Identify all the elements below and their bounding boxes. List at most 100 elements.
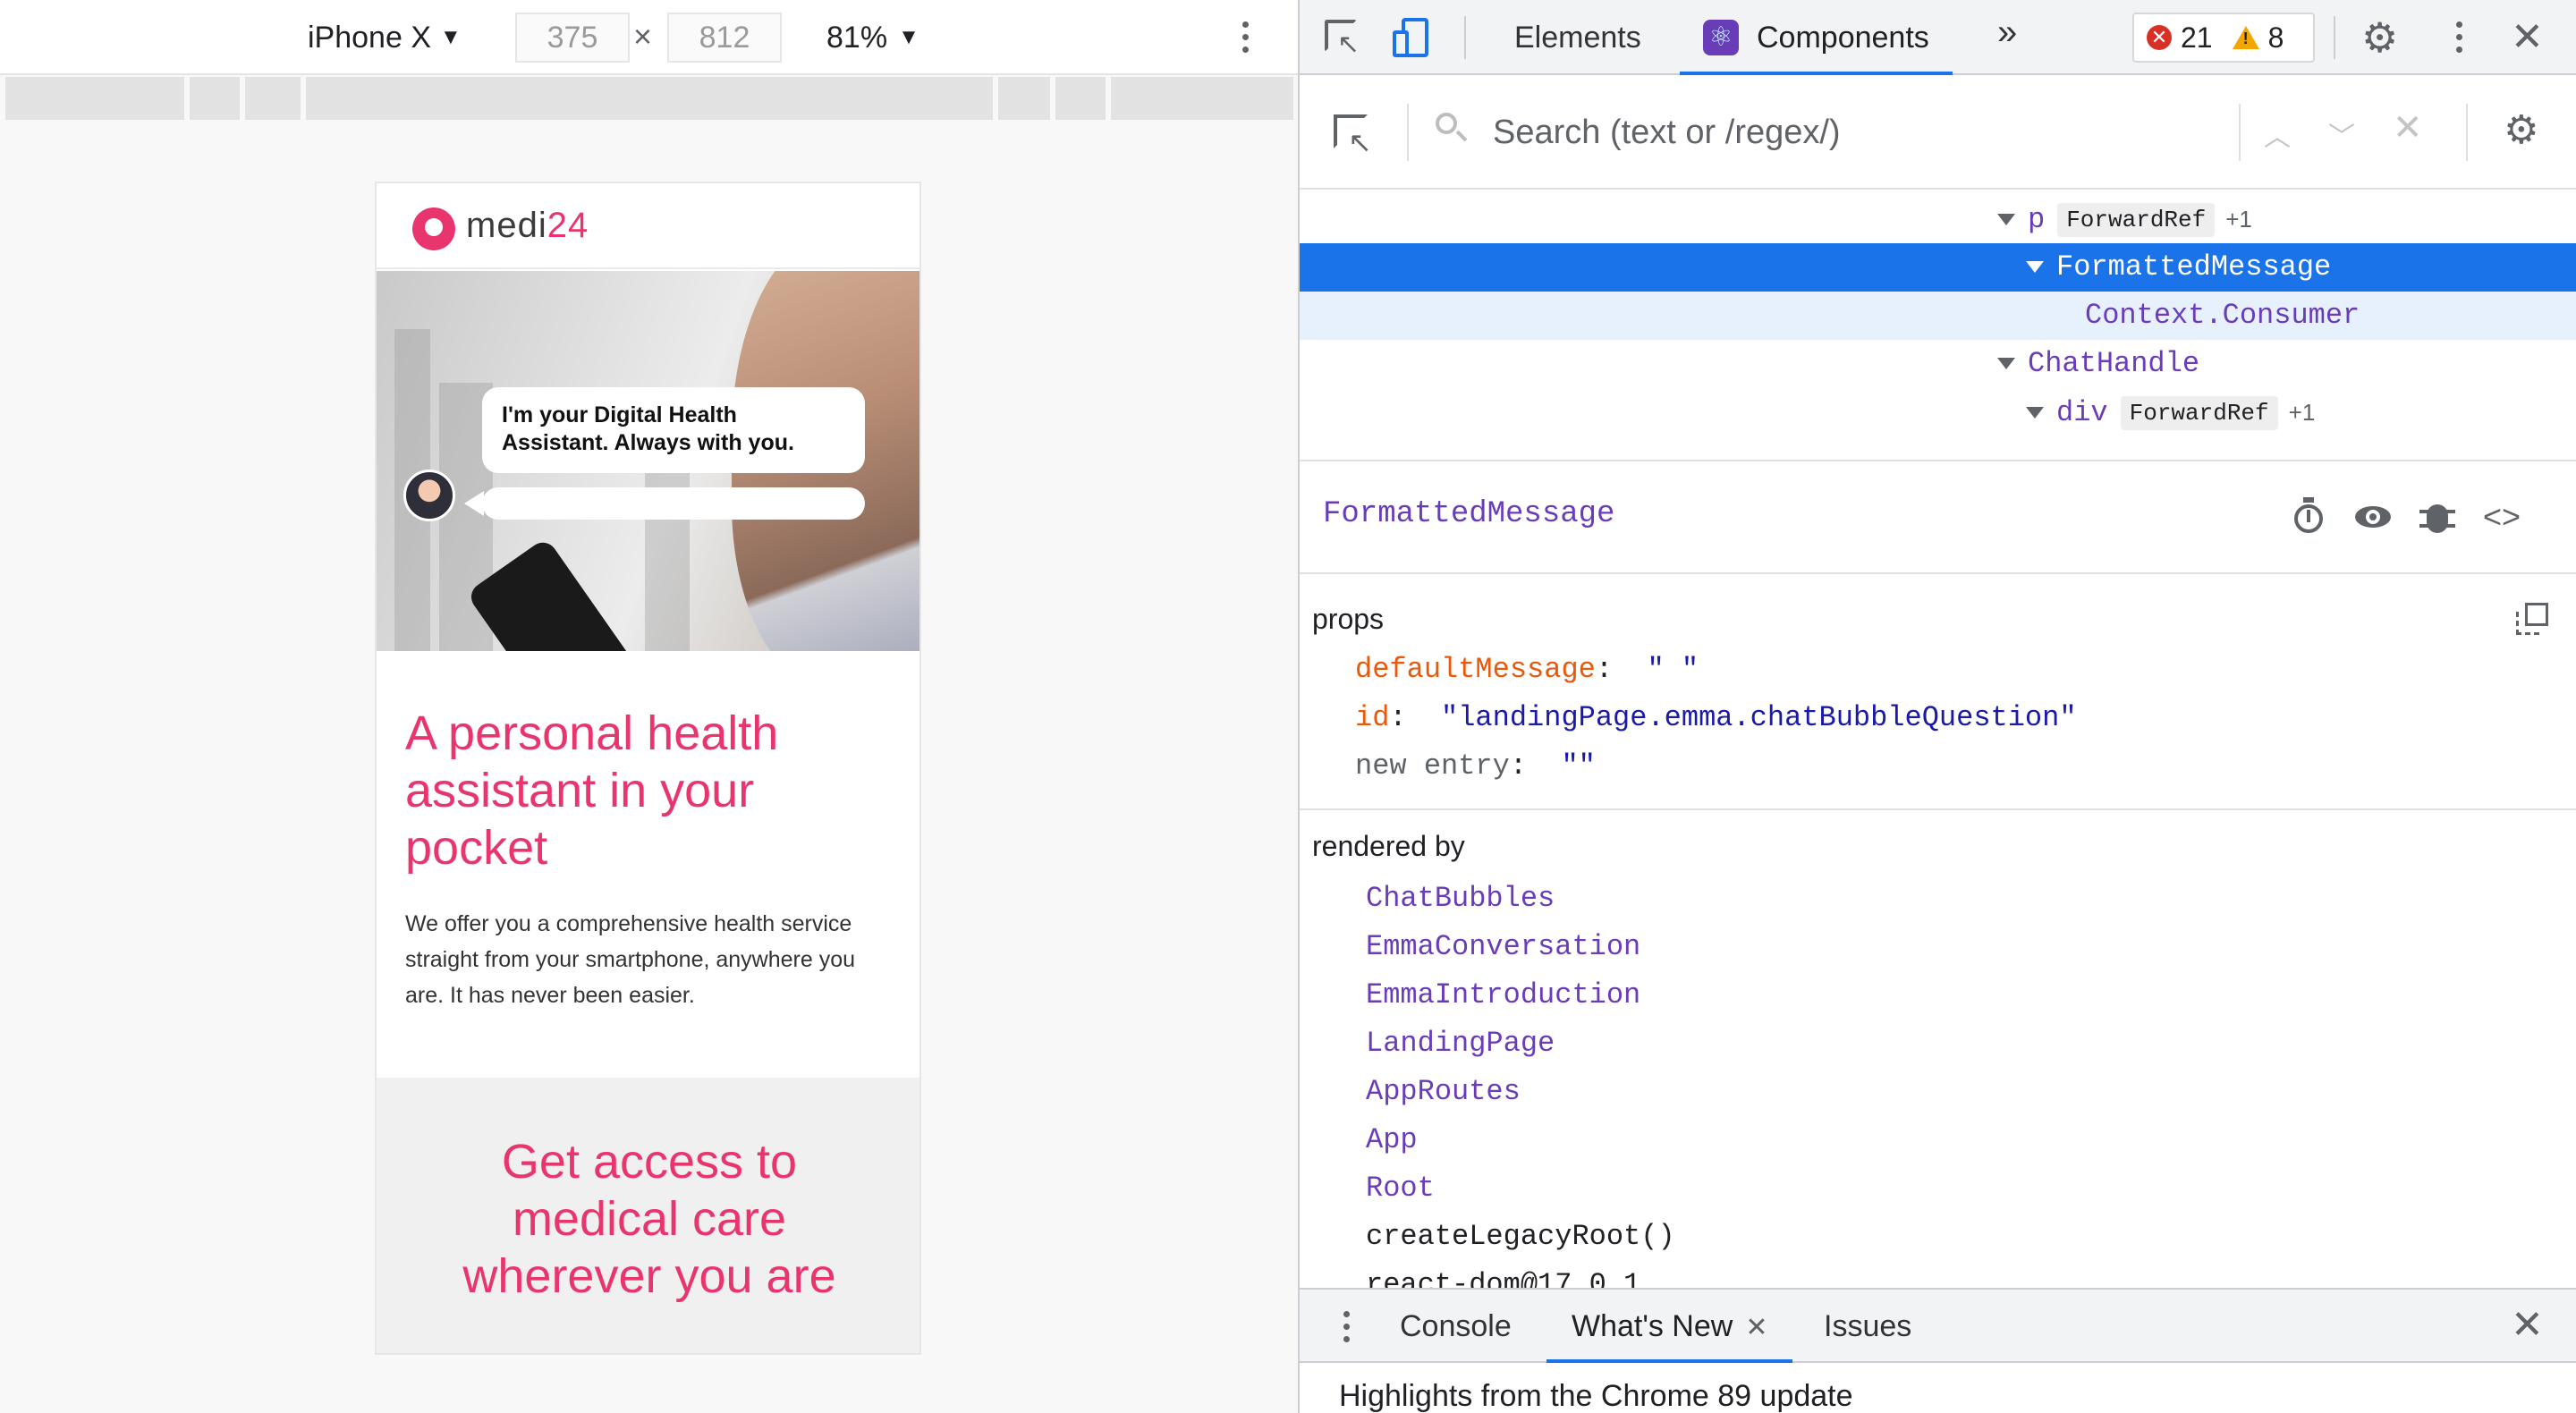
drawer-tab-whats-new[interactable]: What's New ✕ (1546, 1290, 1793, 1363)
gear-icon[interactable]: ⚙ (2504, 107, 2538, 153)
bug-icon[interactable] (2418, 497, 2457, 537)
prop-row[interactable]: defaultMessage: " " (1355, 653, 1699, 686)
rendered-by-item[interactable]: LandingPage (1366, 1027, 1555, 1060)
chat-bubble-empty (482, 487, 865, 520)
warning-icon: ! (2232, 26, 2259, 49)
tab-components-label: Components (1757, 21, 1929, 55)
prop-value[interactable]: "" (1561, 749, 1595, 783)
component-tree: p ForwardRef +1 FormattedMessage Context.C… (1300, 191, 2576, 461)
toolbar-divider (1464, 16, 1466, 59)
more-options-icon[interactable] (2448, 18, 2470, 61)
clear-search-icon[interactable]: ✕ (2393, 107, 2423, 148)
more-tabs-icon[interactable]: » (1997, 13, 2017, 53)
drawer-tab-console[interactable]: Console (1400, 1290, 1512, 1363)
tree-row[interactable]: ChatHandle (1300, 340, 2576, 388)
close-icon[interactable]: ✕ (2511, 13, 2544, 63)
tree-node-extra: +1 (2225, 206, 2252, 233)
medi24-logo-icon[interactable] (412, 207, 455, 250)
prop-key: defaultMessage (1355, 653, 1596, 686)
phone-viewport: medi24 I'm your Digital Health Assistant… (375, 182, 921, 1355)
inspect-icon[interactable]: ↖ (1321, 16, 1364, 59)
tree-row-selected[interactable]: FormattedMessage (1300, 243, 2576, 292)
prop-value[interactable]: "landingPage.emma.chatBubbleQuestion" (1441, 701, 2077, 734)
zoom-select[interactable]: 81% ▼ (826, 13, 919, 63)
media-query-bar[interactable] (5, 77, 1293, 123)
prop-row[interactable]: id: "landingPage.emma.chatBubbleQuestion… (1355, 701, 2077, 734)
hero-headline: A personal health assistant in your pock… (405, 706, 779, 875)
media-query-segment[interactable] (305, 77, 994, 120)
gear-icon[interactable]: ⚙ (2361, 14, 2398, 61)
site-header: medi24 (377, 183, 919, 269)
eye-icon[interactable] (2353, 497, 2393, 537)
caret-down-icon: ▼ (440, 25, 462, 49)
tab-components[interactable]: ⚛ Components (1680, 0, 1953, 75)
toolbar-divider (2334, 16, 2335, 59)
rendered-by-item[interactable]: ChatBubbles (1366, 882, 1555, 915)
more-options-icon[interactable] (1234, 18, 1256, 61)
brand-prefix: medi (466, 205, 547, 245)
height-input[interactable]: 812 (667, 13, 782, 63)
media-query-segment[interactable] (244, 77, 301, 120)
chevron-up-icon[interactable]: ︿ (2264, 114, 2291, 154)
device-select[interactable]: iPhone X ▼ (308, 13, 462, 63)
code-icon[interactable]: <> (2482, 497, 2521, 537)
caret-down-icon: ▼ (898, 25, 919, 49)
react-icon: ⚛ (1703, 20, 1739, 55)
rendered-by-item[interactable]: EmmaIntroduction (1366, 978, 1640, 1011)
tree-row[interactable]: div ForwardRef +1 (1300, 388, 2576, 436)
tree-node-name: ChatHandle (2028, 347, 2200, 380)
media-query-segment[interactable] (5, 77, 184, 120)
rendered-by-item[interactable]: Root (1366, 1172, 1435, 1205)
zoom-select-label: 81% (826, 20, 888, 55)
expand-triangle-icon[interactable] (2026, 407, 2044, 419)
tree-node-extra: +1 (2288, 399, 2316, 426)
close-icon[interactable]: ✕ (2511, 1300, 2544, 1350)
tree-row[interactable]: Context.Consumer (1300, 292, 2576, 340)
more-options-icon[interactable] (1335, 1307, 1357, 1350)
component-search-bar: ↖ ︿ ﹀ ✕ ⚙ (1300, 77, 2576, 190)
drawer-tab-issues[interactable]: Issues (1824, 1290, 1911, 1363)
rendered-by-title: rendered by (1312, 830, 1465, 862)
media-query-segment[interactable] (1111, 77, 1293, 120)
brand-logo-text[interactable]: medi24 (466, 206, 589, 246)
rendered-by-item: react-dom@17.0.1 (1366, 1268, 1641, 1288)
tree-node-name: Context.Consumer (2085, 299, 2360, 332)
expand-triangle-icon[interactable] (1997, 214, 2015, 226)
issue-counter[interactable]: ✕ 21 ! 8 (2132, 13, 2315, 63)
hero-smartphone (465, 537, 655, 651)
search-input[interactable] (1493, 104, 2208, 161)
close-icon[interactable]: ✕ (1745, 1313, 1767, 1342)
expand-triangle-icon[interactable] (2026, 261, 2044, 274)
devtools-tabbar: ↖ Elements ⚛ Components » ✕ 21 ! 8 ⚙ ✕ (1300, 0, 2576, 75)
tree-row[interactable]: p ForwardRef +1 (1300, 195, 2576, 243)
dimension-separator: × (633, 18, 653, 55)
prop-key: id (1355, 701, 1390, 734)
media-query-segment[interactable] (189, 77, 240, 120)
prop-key[interactable]: new entry (1355, 749, 1510, 783)
copy-icon[interactable] (2516, 603, 2548, 635)
device-toggle-icon[interactable] (1391, 16, 1434, 59)
prop-value[interactable]: " " (1647, 653, 1699, 686)
hero-image: I'm your Digital Health Assistant. Alway… (377, 271, 919, 651)
props-title: props (1312, 603, 1385, 635)
rendered-by-item[interactable]: App (1366, 1123, 1418, 1156)
timer-icon[interactable] (2289, 497, 2328, 537)
chevron-down-icon[interactable]: ﹀ (2328, 114, 2355, 154)
width-input[interactable]: 375 (515, 13, 630, 63)
media-query-segment[interactable] (1055, 77, 1106, 120)
rendered-by-item[interactable]: AppRoutes (1366, 1075, 1521, 1108)
tree-node-badge: ForwardRef (2120, 395, 2278, 430)
media-query-segment[interactable] (998, 77, 1051, 120)
rendered-by-item: createLegacyRoot() (1366, 1220, 1675, 1253)
expand-triangle-icon[interactable] (1997, 358, 2015, 370)
select-element-icon[interactable]: ↖ (1332, 113, 1375, 158)
access-section: Get access to medical care wherever you … (377, 1078, 919, 1353)
device-select-label: iPhone X (308, 20, 431, 55)
rendered-by-item[interactable]: EmmaConversation (1366, 930, 1640, 963)
warning-count: 8 (2267, 21, 2284, 54)
tab-elements[interactable]: Elements (1514, 0, 1641, 75)
error-count: 21 (2181, 21, 2213, 54)
toolbar-divider (2466, 104, 2468, 161)
access-title: Get access to medical care wherever you … (462, 1135, 836, 1303)
prop-row-new-entry[interactable]: new entry: "" (1355, 749, 1596, 783)
